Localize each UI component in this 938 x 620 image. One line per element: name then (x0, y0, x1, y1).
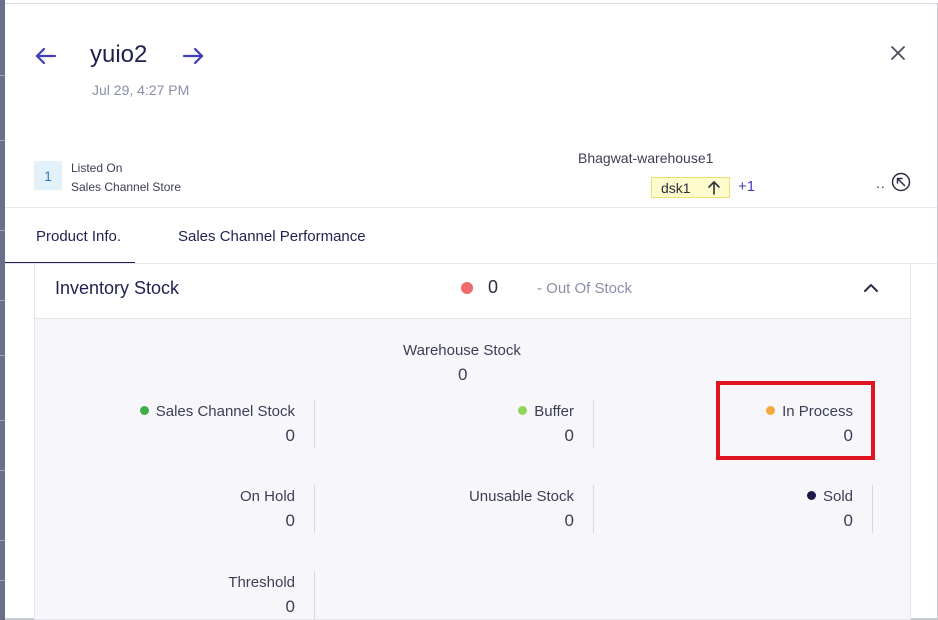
divider (314, 485, 315, 533)
divider (314, 571, 315, 619)
divider (872, 485, 873, 533)
in-process-highlight-box (716, 381, 875, 460)
close-icon (891, 46, 905, 60)
timestamp: Jul 29, 4:27 PM (92, 82, 190, 98)
tab-sales-channel-performance[interactable]: Sales Channel Performance (178, 228, 366, 245)
product-title: yuio2 (90, 41, 148, 68)
stock-count: 0 (488, 277, 499, 297)
arrow-up-icon (708, 181, 720, 195)
sold-value: 0 (843, 511, 853, 530)
divider (593, 400, 594, 448)
inventory-stock-header[interactable]: Inventory Stock 0 - Out Of Stock (35, 264, 910, 319)
top-border (5, 3, 938, 4)
sales-channel-stock-value: 0 (285, 426, 295, 445)
unusable-stock-value: 0 (564, 511, 574, 530)
arrow-right-icon (182, 47, 204, 65)
on-hold-label: On Hold (239, 488, 295, 505)
navy-dot (806, 491, 816, 500)
background-window-edge (0, 0, 5, 620)
sold-label: Sold (653, 488, 853, 505)
listing-count-badge: 1 (34, 161, 62, 190)
tab-product-info[interactable]: Product Info. (4, 228, 136, 264)
more-options-button[interactable]: .. (876, 175, 886, 191)
divider (593, 485, 594, 533)
collapse-button[interactable] (861, 278, 881, 298)
green-dot (139, 406, 149, 415)
buffer-label: Buffer (374, 403, 574, 420)
warehouse-name: Bhagwat-warehouse1 (578, 150, 714, 166)
out-of-stock-dot (461, 282, 473, 294)
chevron-up-icon (864, 284, 878, 292)
more-skus-link[interactable]: +1 (738, 178, 755, 195)
warehouse-stock-label: Warehouse Stock (403, 342, 521, 359)
sales-channel-name: Sales Channel Store (71, 180, 182, 194)
arrow-up-left-circle-icon (891, 172, 911, 192)
sales-channel-stock-label: Sales Channel Stock (95, 403, 295, 420)
threshold-label: Threshold (228, 574, 295, 591)
stock-status-text: - Out Of Stock (537, 280, 633, 297)
close-button[interactable] (888, 43, 908, 63)
open-external-button[interactable] (891, 172, 911, 192)
sku-label: dsk1 (661, 179, 691, 196)
buffer-value: 0 (564, 426, 574, 445)
on-hold-value: 0 (285, 511, 295, 530)
sku-chip[interactable]: dsk1 (651, 177, 730, 198)
unusable-stock-label: Unusable Stock (468, 488, 574, 505)
divider (314, 400, 315, 448)
light-green-dot (518, 406, 528, 415)
previous-button[interactable] (34, 44, 58, 68)
warehouse-stock-value: 0 (458, 365, 468, 384)
header-divider (5, 207, 937, 208)
next-button[interactable] (181, 44, 205, 68)
listed-on-label: Listed On (71, 161, 123, 175)
inventory-stock-title: Inventory Stock (55, 278, 180, 298)
threshold-value: 0 (285, 597, 295, 616)
arrow-left-icon (35, 47, 57, 65)
listed-on-info: Listed On Sales Channel Store (71, 159, 181, 197)
